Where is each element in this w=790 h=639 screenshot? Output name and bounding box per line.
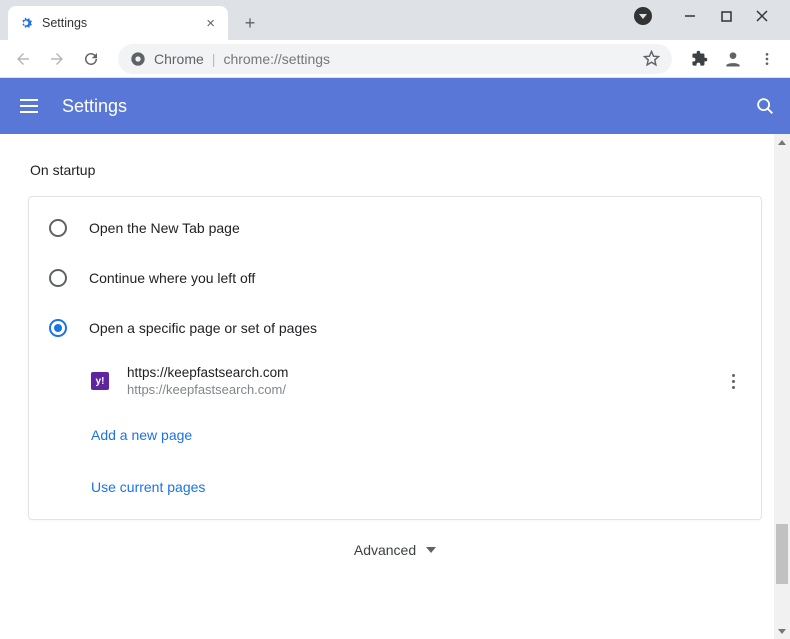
scroll-down-icon[interactable] — [774, 623, 790, 639]
menu-button[interactable] — [752, 44, 782, 74]
settings-header: Settings — [0, 78, 790, 134]
radio-icon — [49, 269, 67, 287]
page-title: Settings — [62, 96, 127, 117]
option-label: Continue where you left off — [89, 270, 255, 286]
radio-icon-selected — [49, 319, 67, 337]
new-tab-button[interactable]: + — [236, 9, 264, 37]
radio-icon — [49, 219, 67, 237]
site-favicon: y! — [91, 372, 109, 390]
option-label: Open the New Tab page — [89, 220, 240, 236]
browser-toolbar: Chrome | chrome://settings — [0, 40, 790, 78]
browser-tab[interactable]: Settings × — [8, 6, 228, 40]
close-window-button[interactable] — [752, 6, 772, 26]
omnibox-url: chrome://settings — [223, 51, 330, 67]
scroll-up-icon[interactable] — [774, 134, 790, 150]
address-bar[interactable]: Chrome | chrome://settings — [118, 44, 672, 74]
section-heading: On startup — [30, 162, 762, 178]
reload-button[interactable] — [76, 44, 106, 74]
advanced-label: Advanced — [354, 542, 416, 558]
startup-page-row: y! https://keepfastsearch.com https://ke… — [29, 353, 761, 409]
chevron-down-icon — [426, 547, 436, 553]
bookmark-star-icon[interactable] — [643, 50, 660, 67]
minimize-button[interactable] — [680, 6, 700, 26]
close-tab-icon[interactable]: × — [203, 15, 218, 32]
option-continue[interactable]: Continue where you left off — [29, 253, 761, 303]
use-current-pages-link[interactable]: Use current pages — [29, 461, 761, 513]
content-area: On startup Open the New Tab page Continu… — [0, 134, 790, 639]
option-specific-page[interactable]: Open a specific page or set of pages — [29, 303, 761, 353]
vertical-scrollbar[interactable] — [774, 134, 790, 639]
extensions-button[interactable] — [684, 44, 714, 74]
search-icon[interactable] — [754, 95, 776, 117]
add-page-link[interactable]: Add a new page — [29, 409, 761, 461]
option-label: Open a specific page or set of pages — [89, 320, 317, 336]
more-actions-button[interactable] — [726, 370, 741, 393]
window-titlebar: Settings × + — [0, 0, 790, 40]
scroll-thumb[interactable] — [776, 524, 788, 584]
profile-button[interactable] — [718, 44, 748, 74]
window-controls — [616, 0, 790, 32]
tab-title: Settings — [42, 16, 87, 30]
back-button[interactable] — [8, 44, 38, 74]
maximize-button[interactable] — [716, 6, 736, 26]
gear-icon — [18, 15, 34, 31]
omnibox-prefix: Chrome — [154, 51, 204, 67]
option-new-tab[interactable]: Open the New Tab page — [29, 203, 761, 253]
page-url-text: https://keepfastsearch.com/ — [127, 382, 288, 397]
menu-icon[interactable] — [14, 91, 44, 121]
chrome-icon — [130, 51, 146, 67]
omnibox-separator: | — [212, 51, 216, 67]
account-dropdown-icon[interactable] — [634, 7, 652, 25]
advanced-toggle[interactable]: Advanced — [28, 520, 762, 562]
forward-button[interactable] — [42, 44, 72, 74]
startup-card: Open the New Tab page Continue where you… — [28, 196, 762, 520]
page-title-text: https://keepfastsearch.com — [127, 365, 288, 380]
